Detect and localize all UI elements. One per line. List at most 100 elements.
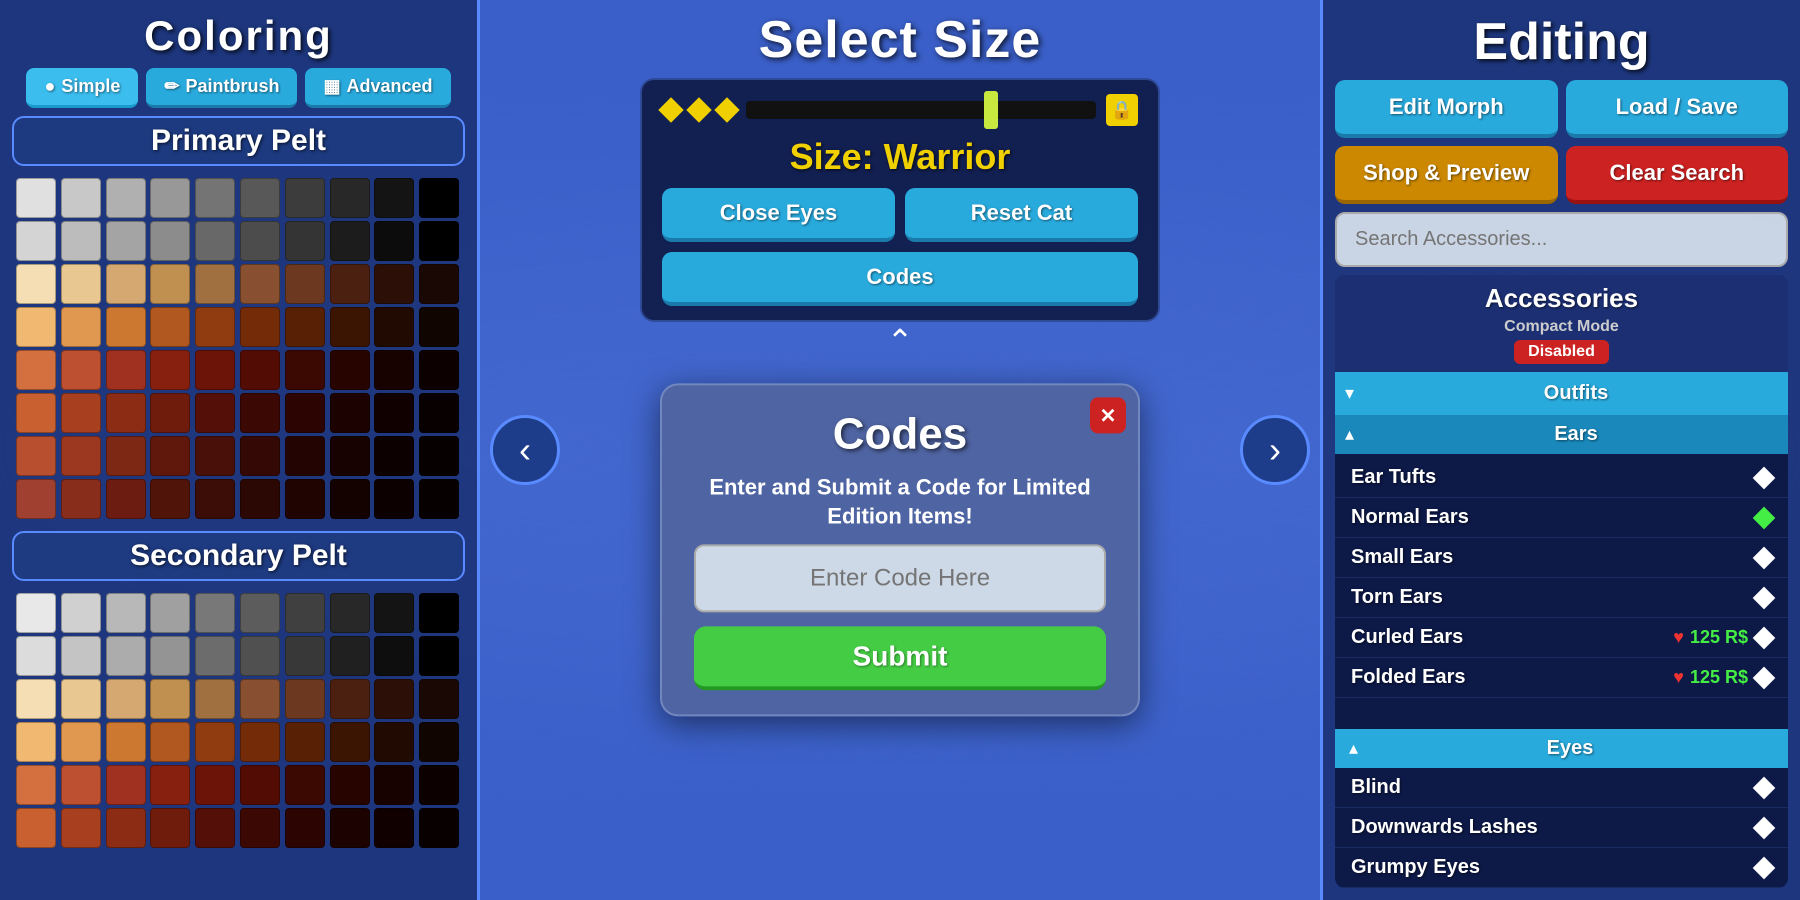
- secondary-color-cell-24[interactable]: [195, 679, 235, 719]
- secondary-color-cell-55[interactable]: [240, 808, 280, 848]
- secondary-color-cell-56[interactable]: [285, 808, 325, 848]
- primary-color-cell-65[interactable]: [240, 436, 280, 476]
- slider-thumb[interactable]: [984, 91, 998, 129]
- primary-color-cell-24[interactable]: [195, 264, 235, 304]
- primary-color-cell-69[interactable]: [419, 436, 459, 476]
- primary-color-cell-63[interactable]: [150, 436, 190, 476]
- ears-subcategory-button[interactable]: Ears: [1364, 415, 1788, 454]
- primary-color-cell-78[interactable]: [374, 479, 414, 519]
- primary-color-cell-73[interactable]: [150, 479, 190, 519]
- secondary-color-cell-38[interactable]: [374, 722, 414, 762]
- secondary-color-cell-54[interactable]: [195, 808, 235, 848]
- primary-color-cell-36[interactable]: [285, 307, 325, 347]
- secondary-color-cell-13[interactable]: [150, 636, 190, 676]
- secondary-color-cell-43[interactable]: [150, 765, 190, 805]
- paintbrush-tab[interactable]: ✏ Paintbrush: [146, 68, 297, 108]
- secondary-color-cell-8[interactable]: [374, 593, 414, 633]
- primary-color-cell-71[interactable]: [61, 479, 101, 519]
- secondary-color-cell-19[interactable]: [419, 636, 459, 676]
- primary-color-cell-3[interactable]: [150, 178, 190, 218]
- nav-arrow-right[interactable]: ›: [1240, 415, 1310, 485]
- primary-color-cell-57[interactable]: [330, 393, 370, 433]
- secondary-color-cell-23[interactable]: [150, 679, 190, 719]
- secondary-color-cell-36[interactable]: [285, 722, 325, 762]
- size-slider[interactable]: [746, 101, 1096, 119]
- secondary-color-cell-22[interactable]: [106, 679, 146, 719]
- primary-color-cell-60[interactable]: [16, 436, 56, 476]
- primary-color-cell-51[interactable]: [61, 393, 101, 433]
- outfits-chevron-down-icon[interactable]: ▾: [1335, 383, 1364, 404]
- list-item[interactable]: Ear Tufts: [1335, 458, 1788, 498]
- primary-color-cell-49[interactable]: [419, 350, 459, 390]
- nav-arrow-left[interactable]: ‹: [490, 415, 560, 485]
- primary-color-cell-50[interactable]: [16, 393, 56, 433]
- lock-icon[interactable]: 🔒: [1106, 94, 1138, 126]
- primary-color-cell-28[interactable]: [374, 264, 414, 304]
- primary-color-cell-37[interactable]: [330, 307, 370, 347]
- primary-color-cell-15[interactable]: [240, 221, 280, 261]
- edit-morph-button[interactable]: Edit Morph: [1335, 80, 1558, 138]
- primary-color-cell-10[interactable]: [16, 221, 56, 261]
- primary-color-cell-7[interactable]: [330, 178, 370, 218]
- primary-color-cell-14[interactable]: [195, 221, 235, 261]
- list-item[interactable]: Downwards Lashes: [1335, 808, 1788, 848]
- primary-color-cell-20[interactable]: [16, 264, 56, 304]
- primary-color-cell-41[interactable]: [61, 350, 101, 390]
- load-save-button[interactable]: Load / Save: [1566, 80, 1789, 138]
- primary-color-cell-30[interactable]: [16, 307, 56, 347]
- secondary-color-cell-40[interactable]: [16, 765, 56, 805]
- primary-color-cell-48[interactable]: [374, 350, 414, 390]
- submit-button[interactable]: Submit: [694, 627, 1106, 691]
- primary-color-cell-55[interactable]: [240, 393, 280, 433]
- primary-color-cell-23[interactable]: [150, 264, 190, 304]
- secondary-color-cell-37[interactable]: [330, 722, 370, 762]
- primary-color-cell-2[interactable]: [106, 178, 146, 218]
- primary-color-cell-43[interactable]: [150, 350, 190, 390]
- list-item[interactable]: Small Ears: [1335, 538, 1788, 578]
- list-item[interactable]: Folded Ears♥125 R$: [1335, 658, 1788, 698]
- secondary-color-cell-33[interactable]: [150, 722, 190, 762]
- primary-color-cell-67[interactable]: [330, 436, 370, 476]
- secondary-color-cell-12[interactable]: [106, 636, 146, 676]
- primary-color-cell-33[interactable]: [150, 307, 190, 347]
- primary-color-cell-25[interactable]: [240, 264, 280, 304]
- eyes-chevron-icon[interactable]: ▴: [1349, 738, 1358, 759]
- secondary-color-cell-26[interactable]: [285, 679, 325, 719]
- primary-color-cell-0[interactable]: [16, 178, 56, 218]
- primary-color-cell-40[interactable]: [16, 350, 56, 390]
- secondary-color-cell-57[interactable]: [330, 808, 370, 848]
- compact-mode-value[interactable]: Disabled: [1514, 340, 1609, 364]
- primary-color-cell-72[interactable]: [106, 479, 146, 519]
- primary-color-cell-12[interactable]: [106, 221, 146, 261]
- secondary-color-cell-1[interactable]: [61, 593, 101, 633]
- primary-color-cell-79[interactable]: [419, 479, 459, 519]
- primary-color-cell-34[interactable]: [195, 307, 235, 347]
- primary-color-cell-77[interactable]: [330, 479, 370, 519]
- primary-color-cell-52[interactable]: [106, 393, 146, 433]
- secondary-color-cell-21[interactable]: [61, 679, 101, 719]
- secondary-color-cell-2[interactable]: [106, 593, 146, 633]
- secondary-color-cell-3[interactable]: [150, 593, 190, 633]
- secondary-color-cell-34[interactable]: [195, 722, 235, 762]
- secondary-color-cell-51[interactable]: [61, 808, 101, 848]
- secondary-color-cell-0[interactable]: [16, 593, 56, 633]
- secondary-color-cell-17[interactable]: [330, 636, 370, 676]
- primary-color-cell-56[interactable]: [285, 393, 325, 433]
- secondary-color-cell-16[interactable]: [285, 636, 325, 676]
- reset-cat-button[interactable]: Reset Cat: [905, 188, 1138, 242]
- secondary-color-cell-50[interactable]: [16, 808, 56, 848]
- primary-color-cell-39[interactable]: [419, 307, 459, 347]
- secondary-color-cell-25[interactable]: [240, 679, 280, 719]
- primary-color-cell-9[interactable]: [419, 178, 459, 218]
- primary-color-cell-46[interactable]: [285, 350, 325, 390]
- primary-color-cell-76[interactable]: [285, 479, 325, 519]
- secondary-color-cell-45[interactable]: [240, 765, 280, 805]
- secondary-color-cell-35[interactable]: [240, 722, 280, 762]
- primary-color-cell-22[interactable]: [106, 264, 146, 304]
- list-item[interactable]: Blind: [1335, 768, 1788, 808]
- primary-color-cell-11[interactable]: [61, 221, 101, 261]
- primary-color-cell-59[interactable]: [419, 393, 459, 433]
- primary-color-cell-32[interactable]: [106, 307, 146, 347]
- close-eyes-button[interactable]: Close Eyes: [662, 188, 895, 242]
- shop-preview-button[interactable]: Shop & Preview: [1335, 146, 1558, 204]
